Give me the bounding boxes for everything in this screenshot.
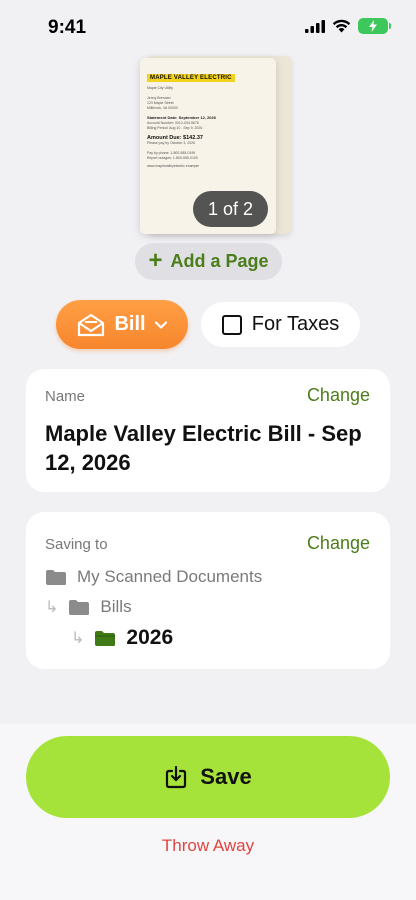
add-page-label: Add a Page bbox=[170, 251, 269, 271]
name-card: Name Change Maple Valley Electric Bill -… bbox=[26, 369, 390, 492]
document-billing: Billing Period: Aug 10 - Sep 9, 2026 bbox=[147, 126, 203, 130]
path-item-label: My Scanned Documents bbox=[77, 567, 263, 586]
subfolder-arrow-icon: ↳ bbox=[45, 599, 59, 616]
folder-icon bbox=[95, 630, 116, 646]
document-due: Please pay by October 3, 2026 bbox=[147, 141, 196, 145]
envelope-icon bbox=[78, 313, 105, 336]
document-footer: Report outages: 1-800-555-0100 bbox=[147, 156, 198, 160]
document-type-dropdown[interactable]: Bill bbox=[56, 300, 188, 349]
cellular-signal-icon bbox=[305, 19, 325, 33]
save-button[interactable]: Save bbox=[26, 736, 390, 818]
for-taxes-label: For Taxes bbox=[251, 313, 340, 335]
page-indicator: 1 of 2 bbox=[193, 191, 268, 227]
document-line: Millbrook, VA 00000 bbox=[147, 106, 178, 110]
wifi-icon bbox=[332, 19, 351, 33]
save-download-icon bbox=[166, 765, 187, 789]
status-icons bbox=[305, 18, 391, 34]
document-name: Maple Valley Electric Bill - Sep 12, 202… bbox=[45, 421, 362, 475]
saving-to-label: Saving to bbox=[45, 536, 108, 553]
document-footer: www.maplevalleyelectric.example bbox=[147, 164, 200, 168]
folder-icon bbox=[69, 599, 90, 615]
for-taxes-checkbox[interactable] bbox=[221, 314, 242, 335]
status-time: 9:41 bbox=[48, 17, 87, 38]
status-bar: 9:41 bbox=[0, 0, 416, 54]
path-item-label: Bills bbox=[100, 597, 132, 616]
path-item: ↳ Bills bbox=[45, 597, 132, 617]
path-item-current: ↳ 2026 bbox=[71, 626, 173, 650]
document-line: Maple City Utility bbox=[147, 86, 174, 90]
path-item-label: 2026 bbox=[126, 626, 174, 649]
document-brand: MAPLE VALLEY ELECTRIC bbox=[147, 74, 235, 82]
path-item: My Scanned Documents bbox=[45, 567, 262, 587]
document-type-label: Bill bbox=[114, 313, 146, 335]
folder-icon bbox=[46, 569, 66, 585]
battery-charging-icon bbox=[358, 18, 391, 34]
add-page-button[interactable]: + Add a Page bbox=[135, 243, 282, 280]
save-label: Save bbox=[200, 764, 252, 789]
throw-away-button[interactable]: Throw Away bbox=[0, 836, 416, 856]
saving-to-card: Saving to Change My Scanned Documents ↳ … bbox=[26, 512, 390, 669]
plus-icon: + bbox=[148, 246, 163, 274]
for-taxes-toggle[interactable]: For Taxes bbox=[201, 302, 360, 347]
change-location-button[interactable]: Change bbox=[307, 533, 370, 554]
subfolder-arrow-icon: ↳ bbox=[71, 630, 85, 647]
change-name-button[interactable]: Change bbox=[307, 385, 370, 406]
name-label: Name bbox=[45, 388, 86, 405]
chevron-down-icon bbox=[154, 320, 167, 329]
